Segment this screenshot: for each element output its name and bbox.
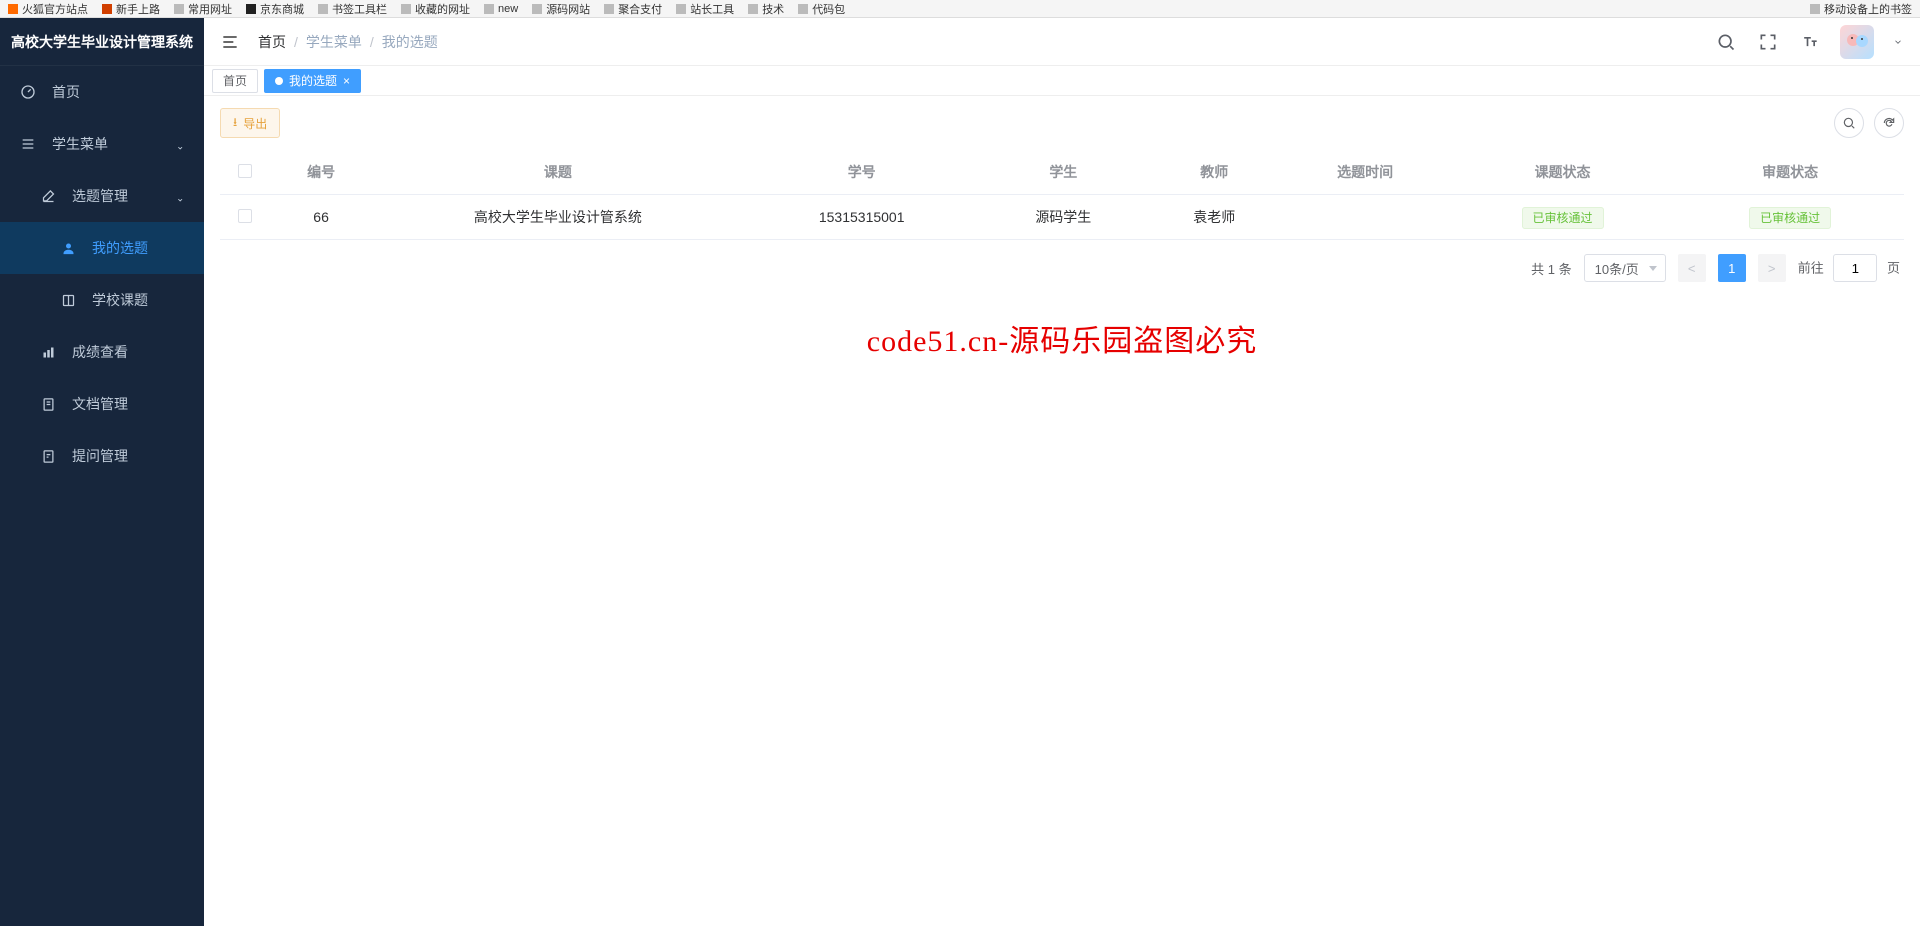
bookmark-item[interactable]: 技术 bbox=[748, 1, 784, 17]
sidebar-menu: 首页 学生菜单 ⌃ 选题管理 ⌃ 我的选题 学校课题 bbox=[0, 66, 204, 926]
sidebar-item-label: 我的选题 bbox=[92, 238, 148, 258]
col-topic-status: 课题状态 bbox=[1449, 150, 1677, 195]
col-select-time: 选题时间 bbox=[1282, 150, 1449, 195]
sidebar-item-student-menu[interactable]: 学生菜单 ⌃ bbox=[0, 118, 204, 170]
sidebar-item-label: 学校课题 bbox=[92, 290, 148, 310]
sidebar-item-home[interactable]: 首页 bbox=[0, 66, 204, 118]
col-teacher: 教师 bbox=[1147, 150, 1282, 195]
bookmark-item[interactable]: 常用网址 bbox=[174, 1, 232, 17]
pagination: 共 1 条 10条/页 < 1 > 前往 页 bbox=[220, 240, 1904, 296]
bookmark-item[interactable]: 京东商城 bbox=[246, 1, 304, 17]
status-badge: 已审核通过 bbox=[1749, 207, 1831, 229]
bookmark-mobile[interactable]: 移动设备上的书签 bbox=[1810, 1, 1912, 17]
book-icon bbox=[60, 292, 76, 308]
form-icon bbox=[40, 448, 56, 464]
font-size-icon[interactable] bbox=[1798, 30, 1822, 54]
sidebar-item-my-topic[interactable]: 我的选题 bbox=[0, 222, 204, 274]
export-button[interactable]: ⭳ 导出 bbox=[220, 108, 280, 138]
status-badge: 已审核通过 bbox=[1522, 207, 1604, 229]
total-count: 共 1 条 bbox=[1531, 259, 1571, 278]
header: 首页 / 学生菜单 / 我的选题 bbox=[204, 18, 1920, 66]
breadcrumb-separator: / bbox=[294, 34, 298, 50]
cell-topic: 高校大学生毕业设计管系统 bbox=[372, 195, 744, 240]
fullscreen-icon[interactable] bbox=[1756, 30, 1780, 54]
chevron-down-icon: ⌃ bbox=[176, 139, 184, 150]
bookmark-item[interactable]: 书签工具栏 bbox=[318, 1, 387, 17]
tab-my-topic[interactable]: 我的选题 × bbox=[264, 69, 361, 93]
col-review-status: 审题状态 bbox=[1676, 150, 1904, 195]
next-page-button[interactable]: > bbox=[1758, 254, 1786, 282]
sidebar: 高校大学生毕业设计管理系统 首页 学生菜单 ⌃ 选题管理 ⌃ 我的选题 bbox=[0, 18, 204, 926]
bookmark-item[interactable]: 聚合支付 bbox=[604, 1, 662, 17]
sidebar-item-doc-mgmt[interactable]: 文档管理 bbox=[0, 378, 204, 430]
sidebar-item-school-topic[interactable]: 学校课题 bbox=[0, 274, 204, 326]
bar-chart-icon bbox=[40, 344, 56, 360]
sidebar-item-label: 文档管理 bbox=[72, 394, 128, 414]
sidebar-item-label: 首页 bbox=[52, 82, 80, 102]
sidebar-item-label: 选题管理 bbox=[72, 186, 128, 206]
tab-bar: 首页 我的选题 × bbox=[204, 66, 1920, 96]
col-id: 编号 bbox=[270, 150, 372, 195]
breadcrumb-home[interactable]: 首页 bbox=[258, 32, 286, 52]
breadcrumb-current: 我的选题 bbox=[382, 32, 438, 52]
goto-page-input[interactable] bbox=[1833, 254, 1877, 282]
col-topic: 课题 bbox=[372, 150, 744, 195]
avatar[interactable] bbox=[1840, 25, 1874, 59]
bookmark-item[interactable]: 站长工具 bbox=[676, 1, 734, 17]
edit-icon bbox=[40, 188, 56, 204]
breadcrumb: 首页 / 学生菜单 / 我的选题 bbox=[258, 32, 438, 52]
list-icon bbox=[20, 136, 36, 152]
chevron-down-icon: ⌃ bbox=[176, 191, 184, 202]
close-icon[interactable]: × bbox=[343, 74, 350, 88]
document-icon bbox=[40, 396, 56, 412]
cell-select-time bbox=[1282, 195, 1449, 240]
breadcrumb-student-menu: 学生菜单 bbox=[306, 32, 362, 52]
refresh-icon[interactable] bbox=[1874, 108, 1904, 138]
sidebar-item-score-view[interactable]: 成绩查看 bbox=[0, 326, 204, 378]
collapse-sidebar-icon[interactable] bbox=[220, 32, 240, 52]
watermark-text: code51.cn-源码乐园盗图必究 bbox=[867, 316, 1257, 360]
app-title: 高校大学生毕业设计管理系统 bbox=[0, 18, 204, 66]
sidebar-item-question-mgmt[interactable]: 提问管理 bbox=[0, 430, 204, 482]
download-icon: ⭳ bbox=[233, 113, 237, 134]
search-icon[interactable] bbox=[1714, 30, 1738, 54]
cell-student-no: 15315315001 bbox=[744, 195, 980, 240]
bookmark-item[interactable]: 新手上路 bbox=[102, 1, 160, 17]
sidebar-item-label: 学生菜单 bbox=[52, 134, 108, 154]
col-student-no: 学号 bbox=[744, 150, 980, 195]
col-student: 学生 bbox=[980, 150, 1147, 195]
bookmark-item[interactable]: new bbox=[484, 3, 518, 15]
table-row[interactable]: 66 高校大学生毕业设计管系统 15315315001 源码学生 袁老师 已审核… bbox=[220, 195, 1904, 240]
cell-student: 源码学生 bbox=[980, 195, 1147, 240]
search-table-icon[interactable] bbox=[1834, 108, 1864, 138]
sidebar-item-label: 提问管理 bbox=[72, 446, 128, 466]
toolbar: ⭳ 导出 bbox=[220, 108, 1904, 138]
page-number-1[interactable]: 1 bbox=[1718, 254, 1746, 282]
prev-page-button[interactable]: < bbox=[1678, 254, 1706, 282]
cell-id: 66 bbox=[270, 195, 372, 240]
row-checkbox[interactable] bbox=[238, 209, 252, 223]
data-table: 编号 课题 学号 学生 教师 选题时间 课题状态 审题状态 66 高校大学生毕 bbox=[220, 150, 1904, 240]
bookmark-item[interactable]: 收藏的网址 bbox=[401, 1, 470, 17]
bookmark-item[interactable]: 代码包 bbox=[798, 1, 845, 17]
breadcrumb-separator: / bbox=[370, 34, 374, 50]
user-icon bbox=[60, 240, 76, 256]
page-size-select[interactable]: 10条/页 bbox=[1584, 254, 1666, 282]
active-dot-icon bbox=[275, 77, 283, 85]
sidebar-item-topic-mgmt[interactable]: 选题管理 ⌃ bbox=[0, 170, 204, 222]
browser-bookmark-bar: 火狐官方站点 新手上路 常用网址 京东商城 书签工具栏 收藏的网址 new 源码… bbox=[0, 0, 1920, 18]
dashboard-icon bbox=[20, 84, 36, 100]
sidebar-item-label: 成绩查看 bbox=[72, 342, 128, 362]
cell-teacher: 袁老师 bbox=[1147, 195, 1282, 240]
goto-page: 前往 页 bbox=[1798, 254, 1900, 282]
bookmark-item[interactable]: 火狐官方站点 bbox=[8, 1, 88, 17]
select-all-checkbox[interactable] bbox=[238, 164, 252, 178]
chevron-down-icon[interactable] bbox=[1892, 30, 1904, 54]
tab-home[interactable]: 首页 bbox=[212, 69, 258, 93]
bookmark-item[interactable]: 源码网站 bbox=[532, 1, 590, 17]
